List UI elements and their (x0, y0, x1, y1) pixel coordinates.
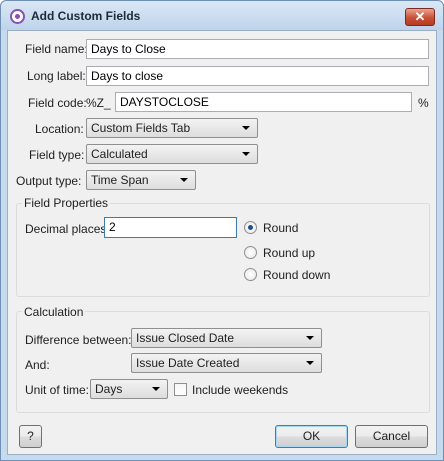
field-type-value: Calculated (91, 147, 148, 161)
field-code-suffix: % (418, 96, 429, 110)
round-up-radio[interactable] (244, 246, 257, 259)
unit-of-time-value: Days (95, 382, 123, 396)
field-name-input[interactable]: Days to Close (86, 39, 429, 59)
dialog-title: Add Custom Fields (31, 9, 141, 23)
chevron-down-icon (306, 361, 314, 365)
output-type-value: Time Span (91, 173, 149, 187)
output-type-label: Output type: (16, 174, 82, 188)
long-label-input[interactable]: Days to close (86, 66, 429, 86)
field-type-dropdown[interactable]: Calculated (86, 144, 258, 164)
round-up-label: Round up (263, 246, 316, 260)
title-bar[interactable]: Add Custom Fields ✕ (1, 1, 443, 30)
unit-of-time-dropdown[interactable]: Days (90, 379, 168, 399)
round-down-option[interactable]: Round down (244, 267, 344, 283)
help-button[interactable]: ? (19, 425, 42, 448)
location-label: Location: (35, 122, 84, 136)
round-option[interactable]: Round (244, 220, 344, 236)
cancel-button[interactable]: Cancel (355, 425, 428, 448)
field-type-label: Field type: (29, 148, 85, 162)
round-radio[interactable] (244, 221, 257, 234)
chevron-down-icon (242, 152, 250, 156)
difference-between-label: Difference between: (25, 333, 132, 347)
round-up-option[interactable]: Round up (244, 245, 344, 261)
field-code-label: Field code: (28, 96, 87, 110)
include-weekends-checkbox[interactable] (174, 383, 187, 396)
location-value: Custom Fields Tab (91, 121, 191, 135)
output-type-dropdown[interactable]: Time Span (86, 170, 196, 190)
chevron-down-icon (180, 178, 188, 182)
round-label: Round (263, 221, 299, 235)
unit-of-time-label: Unit of time: (25, 383, 90, 397)
location-dropdown[interactable]: Custom Fields Tab (86, 118, 258, 138)
field-properties-title: Field Properties (22, 196, 111, 210)
decimal-places-input[interactable]: 2 (104, 217, 237, 238)
chevron-down-icon (152, 387, 160, 391)
field-name-label: Field name: (25, 42, 88, 56)
chevron-down-icon (242, 126, 250, 130)
include-weekends-option[interactable]: Include weekends (174, 382, 294, 398)
app-logo-icon (10, 9, 25, 24)
dialog-body: Field name: Days to Close Long label: Da… (7, 30, 437, 455)
difference-between-dropdown[interactable]: Issue Closed Date (131, 328, 322, 348)
difference-between-value: Issue Closed Date (136, 331, 235, 345)
field-code-prefix: %Z_ (86, 96, 111, 110)
decimal-places-label: Decimal places: (25, 222, 110, 236)
include-weekends-label: Include weekends (192, 383, 289, 397)
and-dropdown[interactable]: Issue Date Created (131, 353, 322, 373)
dialog-window: Add Custom Fields ✕ Field name: Days to … (0, 0, 444, 461)
chevron-down-icon (306, 336, 314, 340)
and-label: And: (25, 358, 50, 372)
round-down-radio[interactable] (244, 268, 257, 281)
and-value: Issue Date Created (136, 356, 240, 370)
close-button[interactable]: ✕ (405, 8, 435, 26)
ok-button[interactable]: OK (275, 425, 348, 448)
round-down-label: Round down (263, 268, 331, 282)
field-code-input[interactable]: DAYSTOCLOSE (115, 92, 412, 112)
long-label-label: Long label: (27, 69, 86, 83)
calculation-title: Calculation (22, 305, 86, 319)
